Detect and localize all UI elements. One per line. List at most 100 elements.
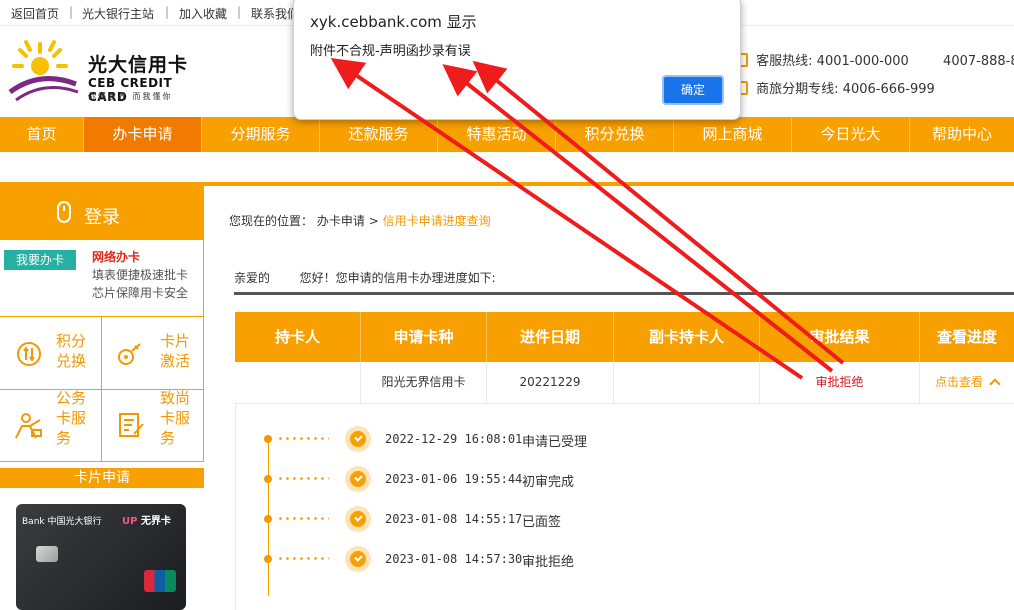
- apply-card-button[interactable]: 我要办卡: [4, 250, 76, 270]
- view-progress-link[interactable]: 点击查看: [920, 362, 1014, 404]
- progress-table-header: 持卡人 申请卡种 进件日期 副卡持卡人 审批结果 查看进度: [235, 312, 1014, 362]
- col-card-type: 申请卡种: [361, 312, 487, 362]
- nav-help[interactable]: 帮助中心: [910, 117, 1014, 152]
- cell-date: 20221229: [487, 362, 614, 404]
- timeline-dot: [264, 515, 272, 523]
- cell-result: 审批拒绝: [760, 362, 920, 404]
- official-card-icon: [15, 413, 42, 439]
- card-activate-icon: [118, 343, 141, 365]
- online-apply-desc-1: 填表便捷极速批卡: [92, 268, 189, 282]
- grid-zhishang-line2: 卡服: [160, 409, 191, 427]
- dialog-ok-button[interactable]: 确定: [662, 75, 724, 105]
- card-brand-suffix: 无界卡: [140, 516, 171, 527]
- unionpay-icon: [144, 570, 176, 592]
- nav-today[interactable]: 今日光大: [792, 117, 910, 152]
- points-exchange-icon: [17, 342, 41, 366]
- timeline-dot: [264, 475, 272, 483]
- check-icon: [345, 506, 371, 532]
- grid-zhishang-card[interactable]: 致尚 卡服 务: [102, 389, 203, 461]
- grid-official-card[interactable]: 公务 卡服 务: [0, 389, 101, 461]
- check-icon: [345, 426, 371, 452]
- online-apply-title[interactable]: 网络办卡: [92, 248, 140, 265]
- breadcrumb-separator: >: [368, 214, 379, 228]
- timeline-dot: [264, 555, 272, 563]
- mouse-icon: [57, 201, 71, 223]
- breadcrumb-parent[interactable]: 办卡申请: [317, 214, 365, 228]
- col-result: 审批结果: [760, 312, 920, 362]
- col-date: 进件日期: [487, 312, 614, 362]
- top-link-main-site[interactable]: 光大银行主站: [82, 5, 154, 22]
- sidebar: 登录 我要办卡 网络办卡 填表便捷极速批卡 芯片保障用卡安全 积分 兑换 卡片: [0, 186, 204, 610]
- timeline-time: 2022-12-29 16:08:01: [385, 432, 523, 446]
- logo-tagline: 你懂世界 而我懂你: [88, 92, 173, 101]
- login-label: 登录: [84, 207, 120, 228]
- login-button[interactable]: 登录: [0, 186, 204, 240]
- timeline-label: 审批拒绝: [522, 555, 575, 570]
- separator: |: [69, 5, 74, 19]
- online-apply-desc-2: 芯片保障用卡安全: [92, 286, 189, 300]
- main-nav: 首页 办卡申请 分期服务 还款服务 特惠活动 积分兑换 网上商城 今日光大 帮助…: [0, 117, 1014, 152]
- top-link-bookmark[interactable]: 加入收藏: [179, 5, 227, 22]
- ceb-logo[interactable]: 光大信用卡 CEB CREDIT CARD 你懂世界 而我懂你: [6, 40, 216, 106]
- table-row: 阳光无界信用卡 20221229 审批拒绝 点击查看: [235, 362, 1014, 404]
- col-holder: 持卡人: [235, 312, 361, 362]
- grid-points-line1: 积分: [56, 332, 87, 350]
- divider: [234, 292, 1014, 295]
- timeline-label: 初审完成: [522, 475, 575, 490]
- grid-zhishang-line3: 务: [160, 429, 176, 447]
- nav-promotions[interactable]: 特惠活动: [438, 117, 556, 152]
- online-apply-box: 我要办卡 网络办卡 填表便捷极速批卡 芯片保障用卡安全: [0, 240, 204, 316]
- grid-zhishang-line1: 致尚: [160, 389, 191, 407]
- separator: |: [237, 5, 242, 19]
- timeline-time: 2023-01-08 14:57:30: [385, 552, 523, 566]
- breadcrumb-current: 信用卡申请进度查询: [382, 214, 491, 228]
- credit-card-image[interactable]: Bank 中国光大银行 UP 无界卡: [16, 504, 186, 610]
- card-apply-header: 卡片申请: [0, 468, 204, 488]
- timeline-dots: [277, 477, 329, 480]
- grid-points-exchange[interactable]: 积分 兑换: [0, 317, 101, 389]
- nav-repayment[interactable]: 还款服务: [320, 117, 438, 152]
- cell-card-type: 阳光无界信用卡: [361, 362, 487, 404]
- breadcrumb: 您现在的位置： 办卡申请 > 信用卡申请进度查询: [229, 212, 491, 229]
- card-bank-name: Bank 中国光大银行: [22, 517, 102, 527]
- timeline-time: 2023-01-06 19:55:44: [385, 472, 523, 486]
- dialog-message: 附件不合规-声明函抄录有误: [310, 44, 471, 59]
- check-icon: [345, 466, 371, 492]
- separator: |: [165, 5, 170, 19]
- grid-card-activate[interactable]: 卡片 激活: [102, 317, 203, 389]
- greeting-right: 您好！您申请的信用卡办理进度如下:: [299, 271, 496, 285]
- grid-official-line1: 公务: [56, 389, 87, 407]
- timeline-dots: [277, 517, 329, 520]
- top-link-home[interactable]: 返回首页: [11, 5, 59, 22]
- nav-apply[interactable]: 办卡申请: [84, 117, 202, 152]
- logo-text-cn: 光大信用卡: [88, 54, 189, 76]
- breadcrumb-prefix: 您现在的位置：: [229, 214, 314, 228]
- travel-hotline-number: 4006-666-999: [842, 82, 935, 97]
- col-view: 查看进度: [936, 328, 997, 346]
- nav-home[interactable]: 首页: [0, 117, 84, 152]
- document-edit-icon: [119, 413, 144, 437]
- cell-holder: [235, 362, 361, 404]
- card-brand: UP 无界卡: [122, 512, 171, 527]
- hotline-number-1: 4001-000-000: [816, 54, 909, 69]
- timeline-label: 已面签: [522, 515, 562, 530]
- nav-installment[interactable]: 分期服务: [202, 117, 320, 152]
- top-link-contact[interactable]: 联系我们: [251, 5, 299, 22]
- nav-mall[interactable]: 网上商城: [674, 117, 792, 152]
- grid-official-line2: 卡服: [56, 409, 87, 427]
- timeline-label: 申请已受理: [522, 435, 588, 450]
- timeline-dots: [277, 557, 329, 560]
- card-brand-up: UP: [122, 516, 138, 527]
- grid-activate-line2: 激活: [160, 352, 191, 370]
- sun-logo-icon: [8, 40, 79, 102]
- service-grid: 积分 兑换 卡片 激活 公务 卡服 务 致尚 卡服 务: [0, 316, 204, 462]
- cell-sub-holder: [614, 362, 760, 404]
- hotline-number-2: 4007-888-888: [943, 54, 1014, 69]
- grid-points-line2: 兑换: [56, 352, 87, 370]
- timeline-dot: [264, 435, 272, 443]
- grid-official-line3: 务: [56, 429, 72, 447]
- view-progress-label: 点击查看: [934, 375, 983, 389]
- nav-points[interactable]: 积分兑换: [556, 117, 674, 152]
- col-sub-holder: 副卡持卡人: [614, 312, 760, 362]
- grid-activate-line1: 卡片: [160, 332, 191, 350]
